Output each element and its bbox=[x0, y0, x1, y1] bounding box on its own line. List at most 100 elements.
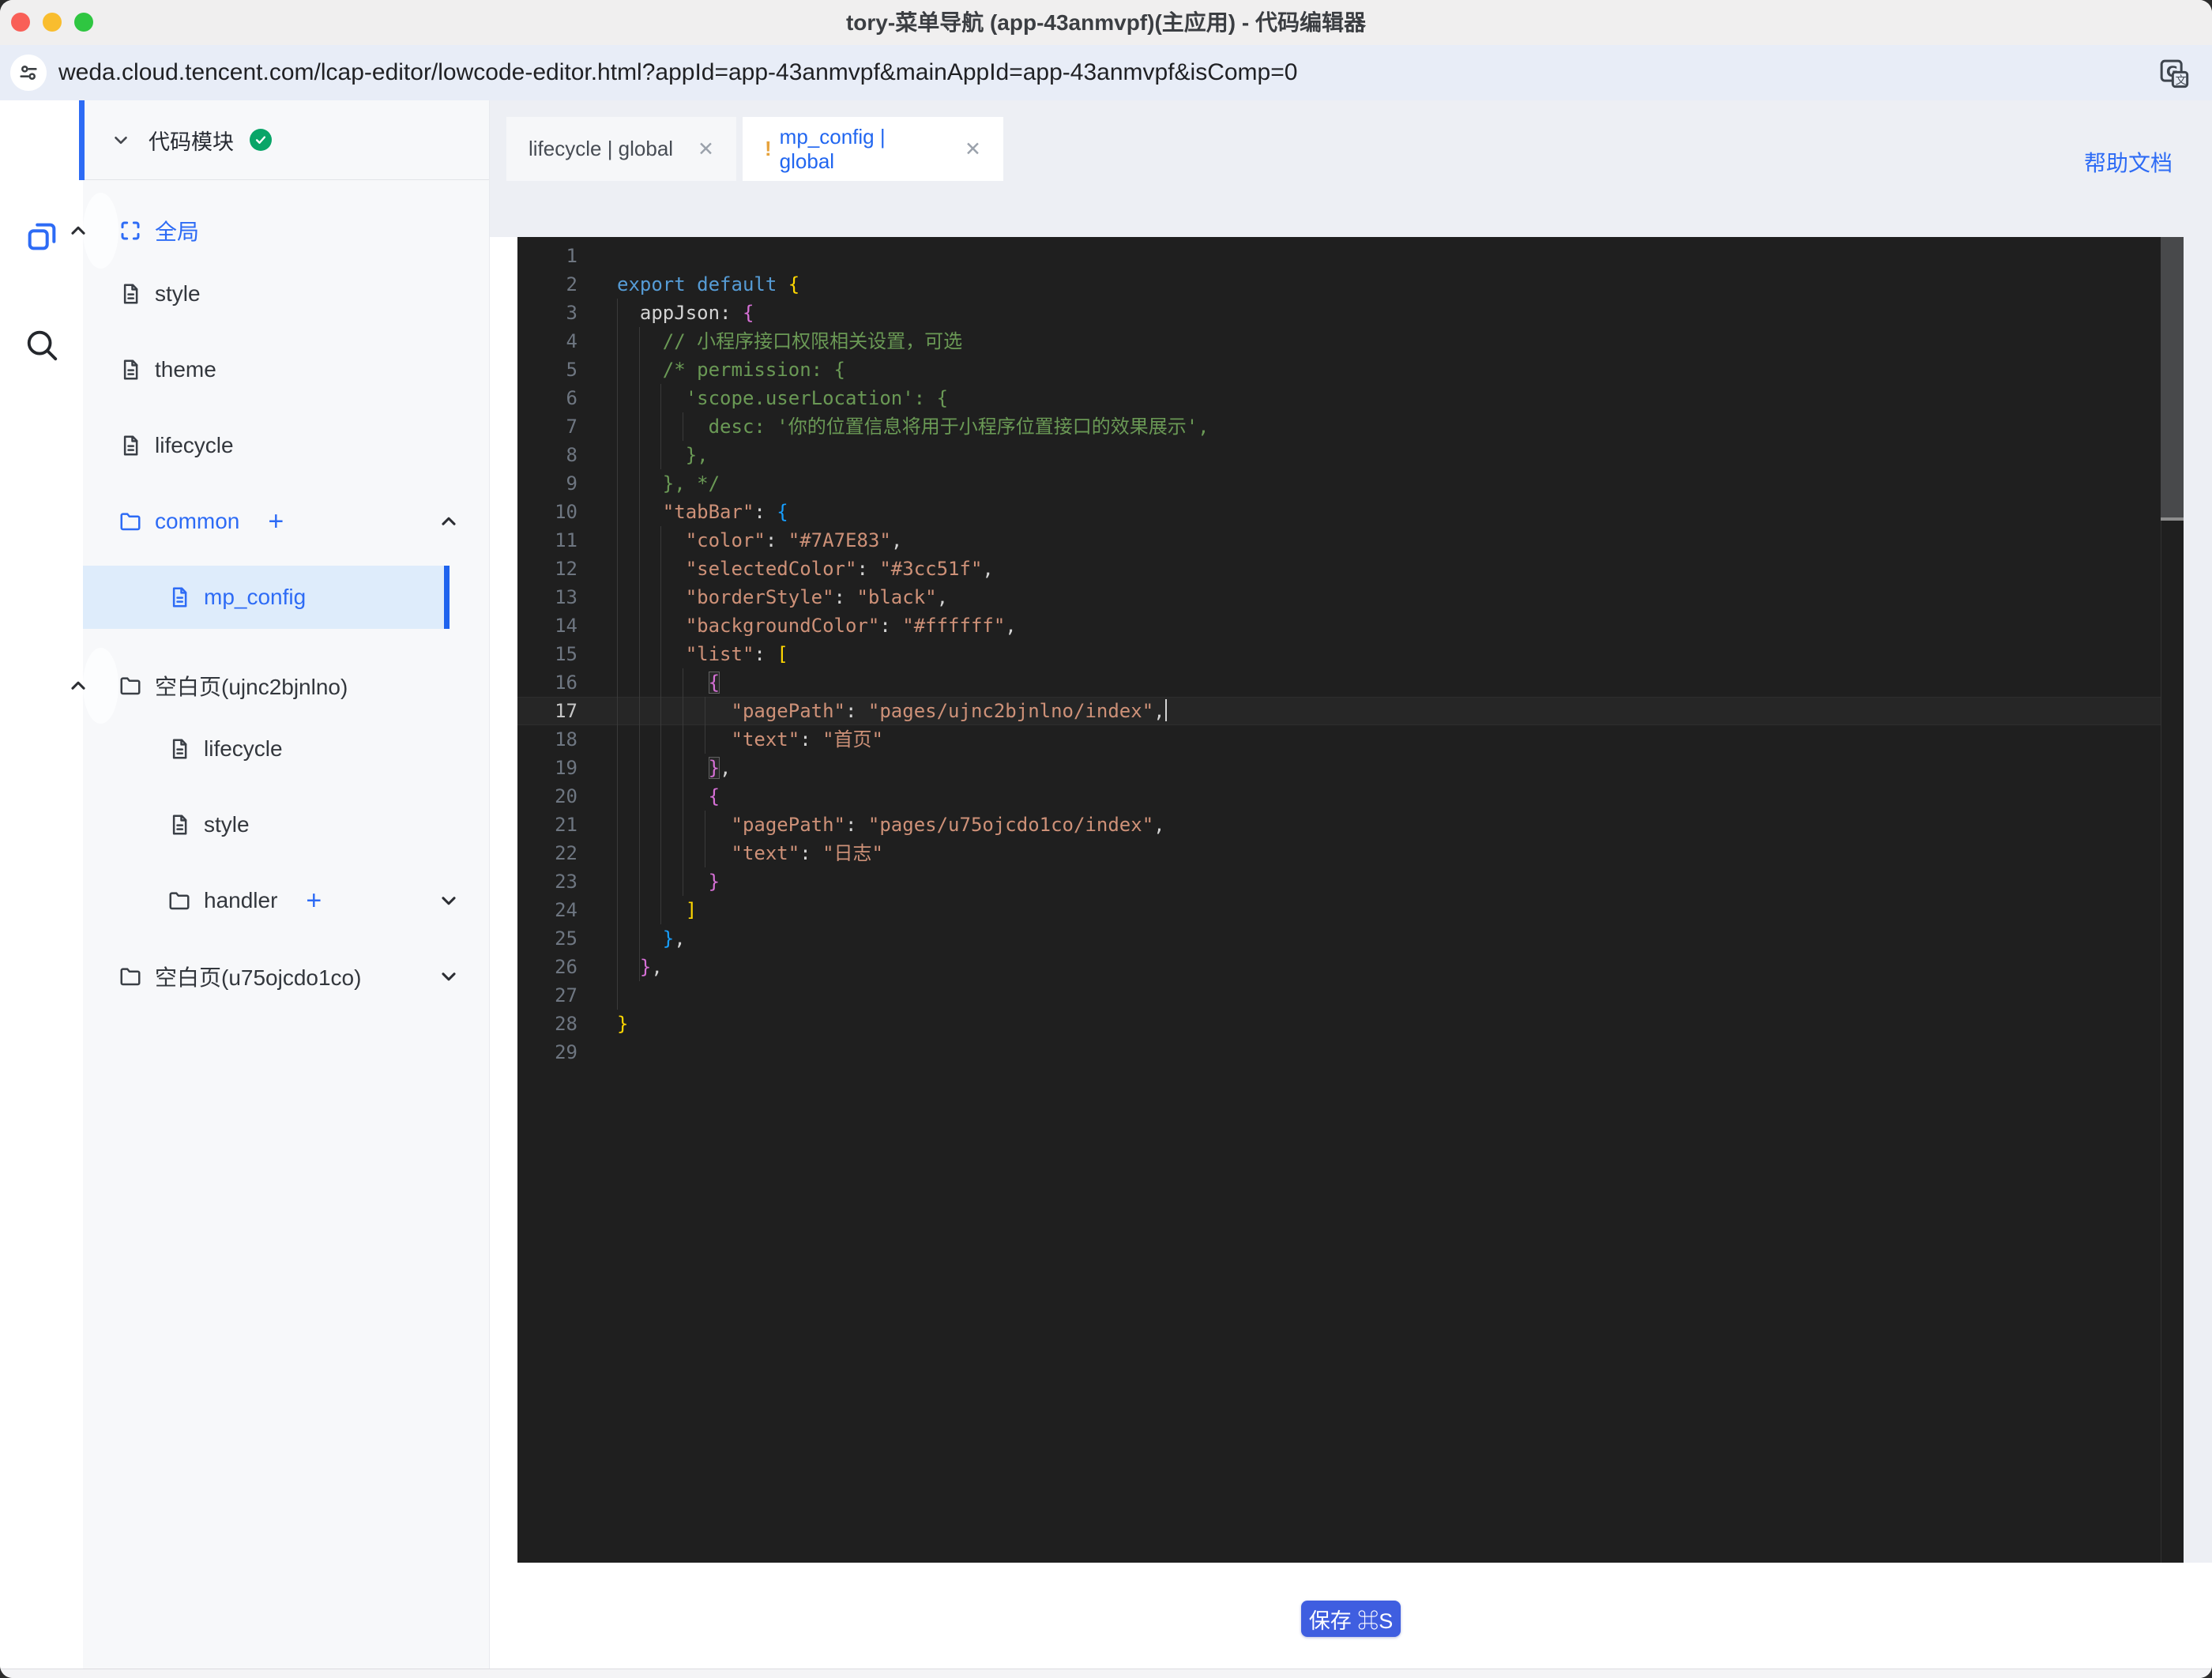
token: : bbox=[799, 842, 823, 864]
code-lines: 1 2 export default {3 appJson: {4 // 小程序接口… bbox=[517, 242, 2184, 1067]
line-number: 26 bbox=[555, 956, 577, 978]
chevron-up-icon[interactable] bbox=[68, 220, 88, 241]
save-button[interactable]: 保存 ⌘S bbox=[1301, 1601, 1401, 1637]
token: } bbox=[708, 757, 720, 779]
add-item-button[interactable]: + bbox=[306, 887, 322, 914]
sidebar-title: 代码模块 bbox=[149, 130, 234, 154]
tab-label: lifecycle | global bbox=[529, 137, 674, 160]
sidebar-item-lifecycle[interactable]: lifecycle bbox=[83, 408, 489, 483]
token: /* permission: { bbox=[617, 359, 845, 381]
code-line-7: 7 desc: '你的位置信息将用于小程序位置接口的效果展示', bbox=[517, 412, 2184, 441]
translate-icon[interactable]: G 文 bbox=[2158, 58, 2190, 89]
code-text: "selectedColor": "#3cc51f", bbox=[617, 558, 994, 580]
code-line-18: 18 "text": "首页" bbox=[517, 725, 2184, 754]
help-docs-link[interactable]: 帮助文档 bbox=[2084, 146, 2172, 178]
code-line-11: 11 "color": "#7A7E83", bbox=[517, 526, 2184, 555]
sidebar-item-mp_config[interactable]: mp_config bbox=[83, 559, 489, 635]
token: "pages/u75ojcdo1co/index" bbox=[867, 814, 1154, 836]
code-modules-rail-icon[interactable] bbox=[24, 218, 60, 254]
code-line-2: 2 export default { bbox=[517, 270, 2184, 299]
code-line-6: 6 'scope.userLocation': { bbox=[517, 384, 2184, 412]
token: , bbox=[720, 757, 732, 779]
add-item-button[interactable]: + bbox=[268, 508, 284, 535]
chevron-down-icon bbox=[115, 136, 127, 145]
chevron-down-icon[interactable] bbox=[438, 966, 459, 987]
site-settings-button[interactable] bbox=[10, 55, 47, 91]
tab-mp-config-global[interactable]: ! mp_config | global ✕ bbox=[743, 117, 1003, 181]
token: "#3cc51f" bbox=[879, 558, 983, 580]
sidebar-item-theme[interactable]: theme bbox=[83, 332, 489, 408]
chevron-up-icon[interactable] bbox=[68, 675, 88, 696]
token: desc: '你的位置信息将用于小程序位置接口的效果展示', bbox=[617, 416, 1209, 438]
code-line-12: 12 "selectedColor": "#3cc51f", bbox=[517, 555, 2184, 583]
line-number: 2 bbox=[566, 273, 577, 295]
file-icon bbox=[167, 585, 191, 609]
chevron-down-icon[interactable] bbox=[438, 890, 459, 911]
sidebar-item-lifecycle[interactable]: lifecycle bbox=[83, 711, 489, 787]
code-text: { bbox=[617, 672, 720, 694]
svg-text:文: 文 bbox=[2176, 74, 2187, 87]
close-icon[interactable]: ✕ bbox=[677, 137, 714, 161]
editor-right-margin bbox=[2184, 237, 2212, 1563]
code-line-9: 9 }, */ bbox=[517, 469, 2184, 498]
sidebar-item-style[interactable]: style bbox=[83, 787, 489, 863]
activity-rail bbox=[0, 100, 83, 1669]
sidebar-item-空白页-u75ojcdo1co-[interactable]: 空白页(u75ojcdo1co) bbox=[83, 939, 489, 1014]
token: "#7A7E83" bbox=[788, 529, 891, 551]
tab-lifecycle-global[interactable]: lifecycle | global ✕ bbox=[506, 117, 736, 181]
sidebar-item-handler[interactable]: handler + bbox=[83, 863, 489, 939]
token: , bbox=[674, 927, 686, 950]
token: : bbox=[879, 615, 903, 637]
code-text: "backgroundColor": "#ffffff", bbox=[617, 615, 1017, 637]
token: }, bbox=[617, 444, 709, 466]
line-number: 11 bbox=[555, 529, 577, 551]
code-text: "borderStyle": "black", bbox=[617, 586, 948, 608]
sidebar-item-common[interactable]: common + bbox=[83, 483, 489, 559]
chevron-up-icon[interactable] bbox=[438, 511, 459, 532]
code-line-1: 1 bbox=[517, 242, 2184, 270]
code-text: }, bbox=[617, 444, 709, 466]
url-field[interactable]: weda.cloud.tencent.com/lcap-editor/lowco… bbox=[58, 45, 1297, 100]
code-text: // 小程序接口权限相关设置，可选 bbox=[617, 330, 962, 352]
close-icon[interactable]: ✕ bbox=[944, 137, 981, 161]
line-number: 23 bbox=[555, 871, 577, 893]
search-rail-icon[interactable] bbox=[24, 327, 60, 363]
token: ] bbox=[685, 899, 698, 921]
code-line-26: 26 }, bbox=[517, 953, 2184, 981]
line-number: 24 bbox=[555, 899, 577, 921]
unsaved-indicator: ! bbox=[765, 137, 772, 160]
code-text: }, bbox=[617, 927, 686, 950]
sidebar-item-label: mp_config bbox=[204, 585, 307, 609]
token: : bbox=[856, 558, 880, 580]
line-number: 20 bbox=[555, 785, 577, 807]
line-number: 29 bbox=[555, 1041, 577, 1063]
code-text: }, bbox=[617, 956, 663, 978]
sidebar-header[interactable]: 代码模块 bbox=[83, 100, 489, 180]
token: "pagePath" bbox=[731, 700, 846, 722]
token: "color" bbox=[685, 529, 766, 551]
file-icon bbox=[118, 282, 142, 306]
code-line-10: 10 "tabBar": { bbox=[517, 498, 2184, 526]
code-line-23: 23 } bbox=[517, 867, 2184, 896]
code-text: "list": [ bbox=[617, 643, 788, 665]
line-number: 10 bbox=[555, 501, 577, 523]
scan-icon bbox=[118, 219, 142, 243]
code-editor[interactable]: 1 2 export default {3 appJson: {4 // 小程序接口… bbox=[517, 237, 2184, 1563]
file-icon bbox=[118, 434, 142, 457]
sidebar-item-style[interactable]: style bbox=[83, 256, 489, 332]
token: { bbox=[742, 302, 754, 324]
token: "text" bbox=[731, 728, 800, 751]
code-text: ] bbox=[617, 899, 697, 921]
sidebar-item-label: style bbox=[155, 281, 201, 306]
code-text: export default { bbox=[617, 273, 799, 295]
line-number: 5 bbox=[566, 359, 577, 381]
token: , bbox=[1153, 700, 1165, 722]
